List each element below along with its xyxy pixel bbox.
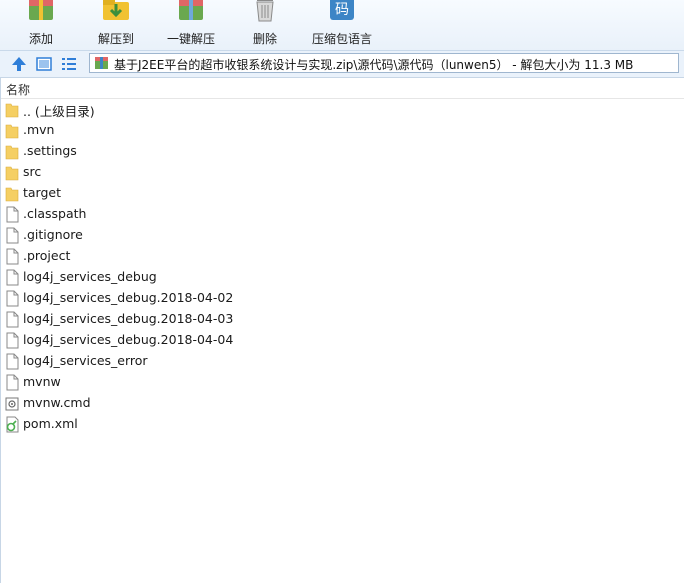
file-icon [6,374,19,391]
file-icon [6,248,19,265]
extract-to-icon [103,0,129,20]
list-item-name: target [23,185,62,200]
file-icon [6,227,19,244]
one-click-extract-button[interactable]: 一键解压 [160,0,222,50]
address-row: 基于J2EE平台的超市收银系统设计与实现.zip\源代码\源代码（lunwen5… [0,51,684,78]
list-item-name: log4j_services_debug.2018-04-03 [23,311,234,326]
list-item[interactable]: src [0,162,684,183]
column-name-label: 名称 [6,83,31,97]
folder-icon [5,124,19,139]
list-item[interactable]: pom.xml [0,414,684,435]
archive-language-button[interactable]: 码 压缩包语言 [306,0,378,50]
command-script-icon [5,397,19,411]
delete-button[interactable]: 删除 [240,0,290,50]
extract-to-label: 解压到 [97,32,134,46]
list-item[interactable]: mvnw [0,372,684,393]
file-icon [6,353,19,370]
list-view-icon[interactable] [60,55,78,73]
list-item-name: src [23,164,42,179]
list-item-name: pom.xml [23,416,78,431]
language-glyph: 码 [335,2,349,18]
list-item[interactable]: .project [0,246,684,267]
delete-trash-icon [256,0,274,22]
list-item-name: .mvn [23,122,55,137]
address-bar[interactable]: 基于J2EE平台的超市收银系统设计与实现.zip\源代码\源代码（lunwen5… [89,53,679,73]
up-arrow-icon[interactable] [10,55,28,73]
extract-to-button[interactable]: 解压到 [86,0,146,50]
list-item-name: log4j_services_error [23,353,148,368]
archive-language-label: 压缩包语言 [311,32,372,46]
list-item[interactable]: target [0,183,684,204]
list-item[interactable]: .classpath [0,204,684,225]
list-item[interactable]: .mvn [0,120,684,141]
one-click-extract-icon [179,0,203,20]
list-item[interactable]: .gitignore [0,225,684,246]
list-item[interactable]: log4j_services_debug.2018-04-04 [0,330,684,351]
list-item-name: log4j_services_debug [23,269,157,284]
file-icon [6,311,19,328]
add-label: 添加 [28,32,53,46]
file-icon [6,332,19,349]
add-button[interactable]: 添加 [12,0,70,50]
column-header[interactable]: 名称 [0,78,684,99]
file-icon [6,206,19,223]
list-item[interactable]: mvnw.cmd [0,393,684,414]
list-item[interactable]: log4j_services_debug.2018-04-03 [0,309,684,330]
list-item[interactable]: log4j_services_debug [0,267,684,288]
folder-icon [5,103,19,118]
archive-icon [95,57,108,69]
list-item[interactable]: log4j_services_debug.2018-04-02 [0,288,684,309]
list-item-name: mvnw [23,374,61,389]
delete-label: 删除 [252,32,277,46]
list-item-name: .classpath [23,206,87,221]
list-item[interactable]: .. (上级目录) [0,99,684,120]
add-archive-icon [29,0,53,20]
list-item-name: log4j_services_debug.2018-04-04 [23,332,234,347]
toolbar: 添加 解压到 一键解压 删除 码 压缩包语言 [0,0,684,51]
list-item-name: .settings [23,143,77,158]
list-item-name: log4j_services_debug.2018-04-02 [23,290,234,305]
address-path: 基于J2EE平台的超市收银系统设计与实现.zip\源代码\源代码（lunwen5… [114,58,634,72]
one-click-extract-label: 一键解压 [166,32,215,46]
file-icon [6,269,19,286]
xml-file-icon [6,416,19,433]
list-item[interactable]: log4j_services_error [0,351,684,372]
list-item-name: .. (上级目录) [23,104,95,119]
archive-language-icon: 码 [330,0,354,20]
list-item-name: .project [23,248,71,263]
file-list: .. (上级目录) .mvn .settings src target .classpat… [0,99,684,435]
thumbnail-view-icon[interactable] [35,55,53,73]
list-item-name: mvnw.cmd [23,395,91,410]
folder-icon [5,145,19,160]
folder-icon [5,166,19,181]
list-item-name: .gitignore [23,227,83,242]
file-icon [6,290,19,307]
folder-icon [5,187,19,202]
list-item[interactable]: .settings [0,141,684,162]
